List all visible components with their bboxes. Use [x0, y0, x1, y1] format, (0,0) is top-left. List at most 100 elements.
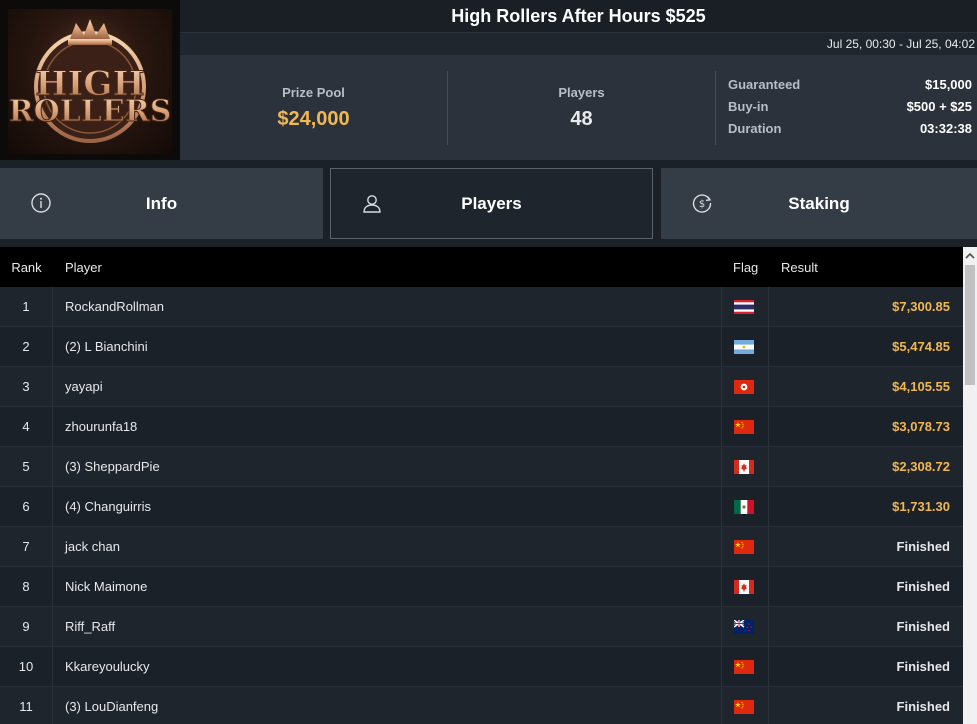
- detail-label: Duration: [728, 121, 782, 136]
- scrollbar-thumb[interactable]: [965, 265, 975, 385]
- staking-dollar-icon: $: [692, 194, 712, 213]
- rank-cell: 6: [0, 487, 53, 526]
- player-name-cell: Kkareyoulucky: [65, 659, 150, 674]
- prize-pool-label: Prize Pool: [282, 84, 345, 100]
- tab-staking[interactable]: $ Staking: [661, 168, 977, 239]
- detail-value: 03:32:38: [919, 121, 972, 136]
- divider: [715, 71, 716, 145]
- table-body: 1 RockandRollman $7,300.85 2 (2) L Bianchini…: [0, 287, 963, 724]
- scroll-up-arrow-icon[interactable]: [963, 247, 977, 264]
- flag-cell: [721, 607, 769, 646]
- column-header-result[interactable]: Result: [769, 260, 963, 275]
- detail-label: Buy-in: [728, 99, 769, 114]
- player-name-cell: (3) SheppardPie: [65, 459, 160, 474]
- table-row[interactable]: 11 (3) LouDianfeng Finished: [0, 687, 963, 724]
- flag-cell: [721, 567, 769, 606]
- rank-cell: 8: [0, 567, 53, 606]
- column-header-player[interactable]: Player: [53, 260, 721, 275]
- info-icon: [31, 193, 51, 213]
- result-cell: Finished: [896, 619, 950, 634]
- result-cell: $5,474.85: [892, 339, 950, 354]
- table-row[interactable]: 8 Nick Maimone Finished: [0, 567, 963, 607]
- rank-cell: 10: [0, 647, 53, 686]
- result-cell: Finished: [896, 579, 950, 594]
- tab-players[interactable]: Players: [330, 168, 653, 239]
- flag-cell: [721, 487, 769, 526]
- flag-cell: [721, 287, 769, 326]
- result-cell: $7,300.85: [892, 299, 950, 314]
- rank-cell: 2: [0, 327, 53, 366]
- table-row[interactable]: 6 (4) Changuirris $1,731.30: [0, 487, 963, 527]
- player-name-cell: (2) L Bianchini: [65, 339, 148, 354]
- flag-cell: [721, 367, 769, 406]
- players-table: Rank Player Flag Result 1 RockandRollman $…: [0, 247, 963, 724]
- mexico-flag-icon: [734, 499, 754, 514]
- svg-text:$: $: [699, 199, 705, 210]
- player-name-cell: (3) LouDianfeng: [65, 699, 159, 714]
- players-label: Players: [558, 84, 605, 100]
- rank-cell: 1: [0, 287, 53, 326]
- player-name-cell: yayapi: [65, 379, 103, 394]
- table-row[interactable]: 9 Riff_Raff Finished: [0, 607, 963, 647]
- tab-players-label: Players: [461, 193, 522, 213]
- tournament-window: HIGH ROLLERS High Rollers After Hours $52…: [0, 0, 977, 724]
- tournament-details: Guaranteed $15,000 Buy-in $500 + $25 Dur…: [728, 77, 972, 143]
- table-row[interactable]: 5 (3) SheppardPie $2,308.72: [0, 447, 963, 487]
- tab-info-label: Info: [145, 193, 178, 213]
- table-row[interactable]: 7 jack chan Finished: [0, 527, 963, 567]
- argentina-flag-icon: [734, 339, 754, 354]
- detail-value: $500 + $25: [906, 99, 972, 114]
- tournament-logo: HIGH ROLLERS: [0, 0, 180, 160]
- table-row[interactable]: 1 RockandRollman $7,300.85: [0, 287, 963, 327]
- table-row[interactable]: 10 Kkareyoulucky Finished: [0, 647, 963, 687]
- tab-info[interactable]: Info: [0, 168, 323, 239]
- rank-cell: 9: [0, 607, 53, 646]
- detail-label: Guaranteed: [728, 77, 801, 92]
- table-header: Rank Player Flag Result: [0, 247, 963, 287]
- china-flag-icon: [734, 699, 754, 714]
- column-header-flag[interactable]: Flag: [721, 247, 769, 287]
- user-icon: [363, 195, 381, 213]
- players-value: 48: [570, 107, 593, 130]
- logo-word: ROLLERS: [9, 94, 172, 129]
- table-row[interactable]: 4 zhourunfa18 $3,078.73: [0, 407, 963, 447]
- tournament-title: High Rollers After Hours $525: [451, 5, 706, 26]
- detail-row-duration: Duration 03:32:38: [728, 121, 972, 143]
- flag-cell: [721, 447, 769, 486]
- stats-panel: Prize Pool $24,000 Players 48 Guaranteed…: [180, 55, 977, 160]
- canada-flag-icon: [734, 579, 754, 594]
- result-cell: Finished: [896, 659, 950, 674]
- date-range: Jul 25, 00:30 - Jul 25, 04:02: [826, 37, 975, 51]
- table-row[interactable]: 3 yayapi $4,105.55: [0, 367, 963, 407]
- flag-cell: [721, 527, 769, 566]
- result-cell: $4,105.55: [892, 379, 950, 394]
- players-stat: Players 48: [448, 55, 715, 160]
- player-name-cell: zhourunfa18: [65, 419, 138, 434]
- column-header-rank[interactable]: Rank: [0, 247, 53, 287]
- table-row[interactable]: 2 (2) L Bianchini $5,474.85: [0, 327, 963, 367]
- result-cell: $2,308.72: [892, 459, 950, 474]
- vertical-scrollbar[interactable]: [963, 247, 977, 724]
- player-name-cell: RockandRollman: [65, 299, 164, 314]
- flag-cell: [721, 407, 769, 446]
- hong-kong-flag-icon: [734, 379, 754, 394]
- rank-cell: 4: [0, 407, 53, 446]
- thailand-flag-icon: [734, 299, 754, 314]
- result-cell: Finished: [896, 699, 950, 714]
- china-flag-icon: [734, 419, 754, 434]
- title-bar: High Rollers After Hours $525: [180, 0, 977, 33]
- flag-cell: [721, 327, 769, 366]
- flag-cell: [721, 647, 769, 686]
- rank-cell: 5: [0, 447, 53, 486]
- new-zealand-flag-icon: [734, 619, 754, 634]
- high-rollers-logo-image: HIGH ROLLERS: [8, 9, 172, 154]
- china-flag-icon: [734, 539, 754, 554]
- rank-cell: 3: [0, 367, 53, 406]
- result-cell: $3,078.73: [892, 419, 950, 434]
- result-cell: $1,731.30: [892, 499, 950, 514]
- detail-row-guaranteed: Guaranteed $15,000: [728, 77, 972, 99]
- date-range-bar: Jul 25, 00:30 - Jul 25, 04:02: [180, 33, 977, 55]
- tab-bar: Info Players $ Staking: [0, 168, 977, 240]
- canada-flag-icon: [734, 459, 754, 474]
- china-flag-icon: [734, 659, 754, 674]
